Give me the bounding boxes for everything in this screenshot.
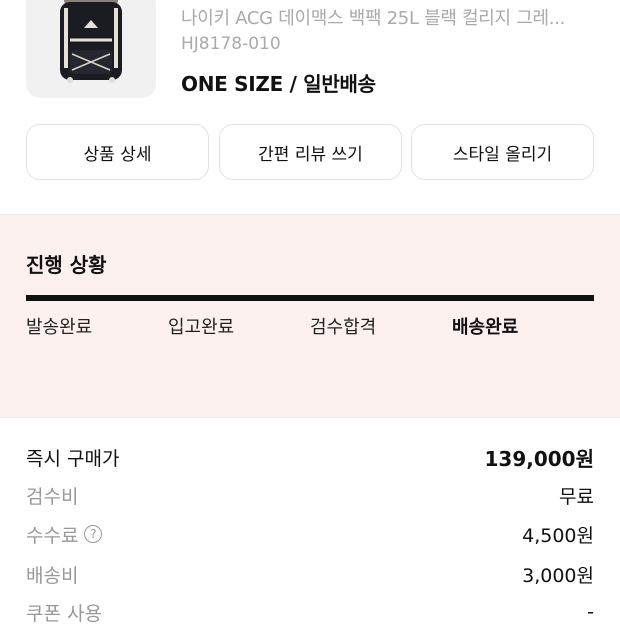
inspection-fee-label: 검수비 [26,485,79,508]
price-row-inspection-fee: 검수비 무료 [26,480,594,510]
product-thumbnail[interactable] [26,0,156,98]
product-detail-button[interactable]: 상품 상세 [26,124,209,180]
progress-title: 진행 상황 [26,253,107,277]
progress-bar [26,295,594,301]
commission-value: 4,500원 [522,524,594,547]
commission-label-wrap: 수수료 ? [26,521,103,548]
product-name[interactable]: 나이키 ACG 데이맥스 백팩 25L 블랙 컬리지 그레... [181,4,565,30]
instant-buy-price: 139,000원 [484,446,595,471]
product-summary: 나이키 ACG 데이맥스 백팩 25L 블랙 컬리지 그레... HJ8178-… [0,0,620,110]
price-row-instant-buy: 즉시 구매가 139,000원 [26,442,594,472]
price-row-coupon: 쿠폰 사용 - [26,597,594,627]
price-row-shipping-fee: 배송비 3,000원 [26,559,594,589]
inspection-fee-value: 무료 [559,485,594,508]
step-inspection-passed: 검수합격 [310,317,377,338]
product-code: HJ8178-010 [181,34,281,54]
price-row-commission: 수수료 ? 4,500원 [26,519,594,549]
post-style-button[interactable]: 스타일 올리기 [411,124,594,180]
size-shipping: ONE SIZE / 일반배송 [181,72,376,96]
coupon-label: 쿠폰 사용 [26,602,102,625]
help-icon[interactable]: ? [84,525,103,543]
commission-label: 수수료 [26,524,79,547]
instant-buy-label: 즉시 구매가 [26,447,120,470]
step-delivered: 배송완료 [452,317,519,338]
backpack-image [60,0,122,83]
step-received: 입고완료 [168,317,235,338]
shipping-fee-value: 3,000원 [522,564,594,587]
shipping-fee-label: 배송비 [26,564,79,587]
step-shipped: 발송완료 [26,317,93,338]
progress-section: 진행 상황 발송완료 입고완료 검수합격 배송완료 [0,214,620,418]
write-review-button[interactable]: 간편 리뷰 쓰기 [219,124,402,180]
